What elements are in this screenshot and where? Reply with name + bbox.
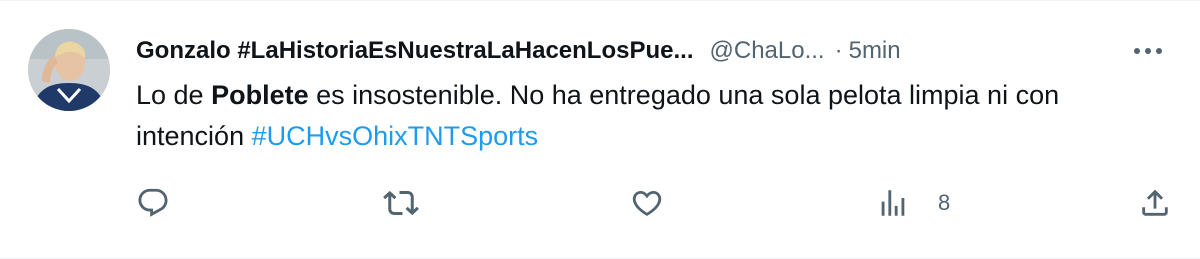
share-icon bbox=[1142, 189, 1168, 216]
reply-icon bbox=[138, 188, 168, 217]
display-name[interactable]: Gonzalo #LaHistoriaEsNuestraLaHacenLosPu… bbox=[136, 33, 694, 69]
like-button[interactable] bbox=[630, 181, 664, 225]
tweet-actions: 8 bbox=[0, 181, 1200, 225]
tweet-text: Lo de Poblete es insostenible. No ha ent… bbox=[136, 75, 1166, 157]
reply-button[interactable] bbox=[136, 181, 170, 225]
more-options-button[interactable] bbox=[1126, 33, 1170, 69]
avatar-image bbox=[28, 29, 110, 111]
tweet-header: Gonzalo #LaHistoriaEsNuestraLaHacenLosPu… bbox=[136, 33, 1170, 69]
retweet-button[interactable] bbox=[383, 181, 419, 225]
views-count: 8 bbox=[938, 190, 951, 215]
retweet-icon bbox=[383, 190, 419, 216]
user-handle[interactable]: @ChaLo... bbox=[710, 33, 825, 69]
hashtag-link[interactable]: #UCHvsOhixTNTSports bbox=[252, 121, 539, 151]
share-button[interactable] bbox=[1138, 181, 1172, 225]
more-dots-icon bbox=[1134, 48, 1162, 54]
views-icon bbox=[881, 190, 905, 216]
separator-dot: · bbox=[834, 37, 843, 64]
tweet-text-bold: Poblete bbox=[211, 80, 309, 110]
timestamp[interactable]: 5min bbox=[849, 33, 901, 69]
avatar[interactable] bbox=[28, 29, 110, 111]
heart-icon bbox=[632, 190, 662, 216]
tweet-text-part1: Lo de bbox=[136, 80, 212, 110]
views-button[interactable]: 8 bbox=[876, 181, 950, 225]
tweet-card[interactable]: Gonzalo #LaHistoriaEsNuestraLaHacenLosPu… bbox=[0, 0, 1200, 259]
